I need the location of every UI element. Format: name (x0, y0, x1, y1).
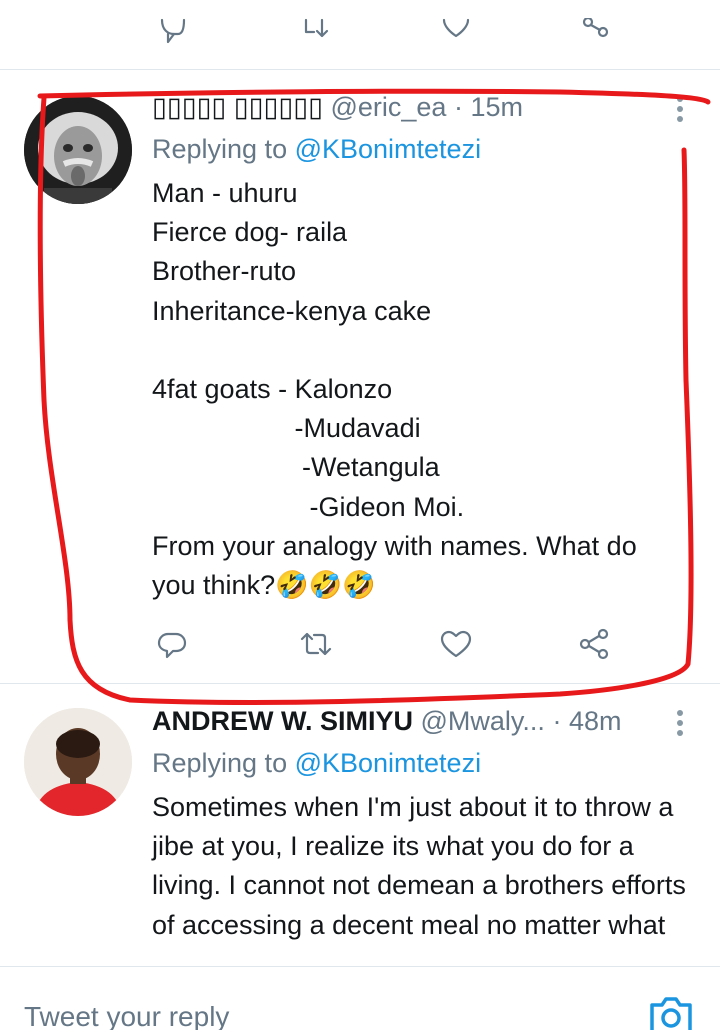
avatar[interactable] (24, 708, 132, 816)
like-icon (442, 18, 470, 38)
more-options-button[interactable] (676, 92, 684, 126)
handle[interactable]: @Mwaly... (421, 706, 545, 736)
share-button[interactable] (574, 14, 614, 54)
einstein-photo-avatar (24, 96, 132, 204)
display-name[interactable]: ANDREW W. SIMIYU (152, 706, 413, 736)
reply-icon (157, 632, 187, 659)
separator: · (446, 92, 471, 122)
retweet-icon (304, 18, 329, 38)
share-icon (579, 628, 609, 660)
camera-button[interactable] (648, 995, 694, 1030)
display-name[interactable]: ▯▯▯▯▯ ▯▯▯▯▯▯ (152, 92, 323, 122)
reply-input[interactable]: Tweet your reply (24, 1001, 229, 1030)
tweet-header: ▯▯▯▯▯ ▯▯▯▯▯▯ @eric_ea · 15m (152, 92, 690, 123)
reply-button[interactable] (152, 14, 192, 54)
tweet-header: ANDREW W. SIMIYU @Mwaly... · 48m (152, 706, 690, 737)
reply-icon (160, 18, 186, 44)
replying-to: Replying to @KBonimtetezi (152, 134, 481, 165)
man-photo-avatar (24, 708, 132, 816)
retweet-icon (300, 632, 332, 656)
share-button[interactable] (574, 624, 614, 664)
timestamp[interactable]: 15m (470, 92, 523, 122)
separator: · (552, 706, 569, 736)
tweet-actions (0, 620, 720, 670)
previous-tweet-actions (0, 0, 720, 70)
reply-button[interactable] (152, 624, 192, 664)
tweet-reply[interactable]: ANDREW W. SIMIYU @Mwaly... · 48m Replyin… (0, 686, 720, 966)
avatar[interactable] (24, 96, 132, 204)
retweet-button[interactable] (296, 624, 336, 664)
more-options-button[interactable] (676, 706, 684, 740)
mention-link[interactable]: @KBonimtetezi (295, 134, 481, 164)
like-icon (440, 630, 472, 658)
like-button[interactable] (436, 14, 476, 54)
replying-to: Replying to @KBonimtetezi (152, 748, 481, 779)
tweet-reply[interactable]: ▯▯▯▯▯ ▯▯▯▯▯▯ @eric_ea · 15m Replying to … (0, 72, 720, 684)
share-icon (582, 18, 609, 38)
like-button[interactable] (436, 624, 476, 664)
retweet-button[interactable] (296, 14, 336, 54)
camera-icon (650, 997, 692, 1030)
replying-prefix: Replying to (152, 134, 295, 164)
reply-composer: Tweet your reply (0, 966, 720, 1030)
handle[interactable]: @eric_ea (330, 92, 446, 122)
replying-prefix: Replying to (152, 748, 295, 778)
mention-link[interactable]: @KBonimtetezi (295, 748, 481, 778)
timestamp[interactable]: 48m (569, 706, 622, 736)
tweet-text: Sometimes when I'm just about it to thro… (152, 792, 686, 940)
tweet-text: Man - uhuru Fierce dog- raila Brother-ru… (152, 178, 637, 601)
